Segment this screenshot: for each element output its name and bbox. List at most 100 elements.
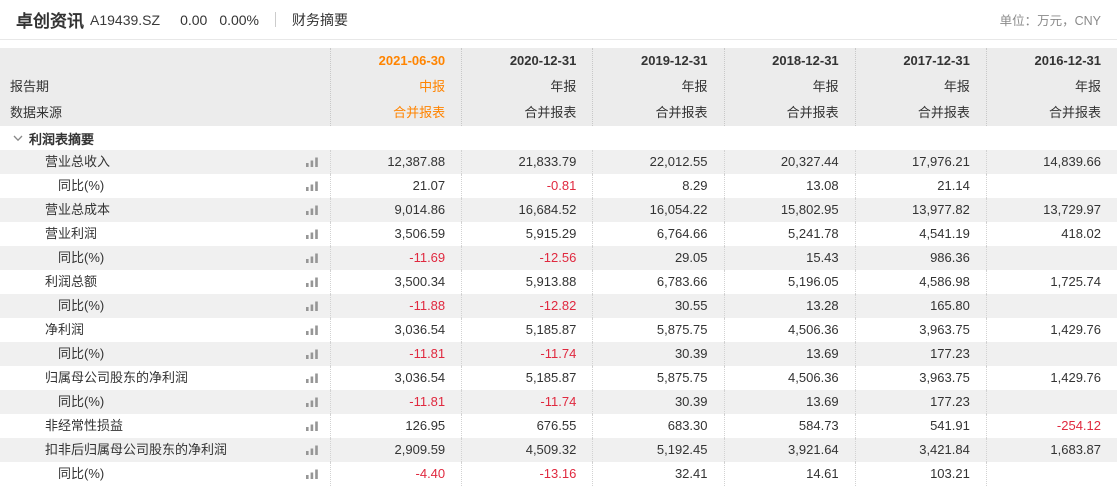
unit-label: 单位：万元，CNY: [999, 14, 1101, 28]
cell-value: 13.28: [723, 294, 855, 318]
company-name: 卓创资讯: [16, 12, 84, 31]
cell-value: 1,725.74: [985, 270, 1117, 294]
column-date: 2019-12-31: [641, 53, 708, 68]
cell-value: -11.81: [330, 390, 461, 414]
cell-value: 21,833.79: [461, 150, 592, 174]
cell-value: 5,192.45: [592, 438, 723, 462]
cell-value: 30.55: [592, 294, 723, 318]
cell-value: 4,506.36: [723, 366, 855, 390]
cell-value: 418.02: [985, 222, 1117, 246]
cell-value: [985, 390, 1117, 414]
bar-chart-icon[interactable]: [305, 444, 319, 456]
period-column-header: 2017-12-31 年报 合并报表: [854, 48, 986, 126]
bar-chart-icon[interactable]: [305, 204, 319, 216]
cell-value: 165.80: [854, 294, 986, 318]
bar-chart-icon[interactable]: [305, 420, 319, 432]
table-row: 扣非后归属母公司股东的净利润 2,909.59 4,509.32 5,192.45 3…: [0, 438, 1117, 462]
bar-chart-icon[interactable]: [305, 156, 319, 168]
cell-value: 5,875.75: [592, 318, 723, 342]
cell-value: 30.39: [592, 342, 723, 366]
cell-value: 103.21: [854, 462, 986, 486]
cell-value: 541.91: [854, 414, 986, 438]
cell-value: 2,909.59: [330, 438, 461, 462]
bar-chart-icon[interactable]: [305, 180, 319, 192]
column-date: 2020-12-31: [509, 53, 577, 68]
cell-value: [985, 462, 1117, 486]
cell-value: 126.95: [330, 414, 461, 438]
cell-value: 13,729.97: [985, 198, 1117, 222]
cell-value: 3,963.75: [854, 318, 986, 342]
cell-value: 15.43: [723, 246, 855, 270]
bar-chart-icon[interactable]: [305, 252, 319, 264]
financial-summary-table: 报告期 数据来源 2021-06-30 中报 合并报表 2020-12-31 年…: [0, 48, 1117, 486]
column-period-type: 年报: [943, 79, 970, 94]
cell-value: [985, 246, 1117, 270]
cell-value: 177.23: [854, 342, 986, 366]
cell-value: 13,977.82: [854, 198, 986, 222]
table-row: 同比(%) -11.81 -11.74 30.39 13.69 177.23: [0, 390, 1117, 414]
cell-value: 4,509.32: [461, 438, 592, 462]
table-header: 报告期 数据来源 2021-06-30 中报 合并报表 2020-12-31 年…: [0, 48, 1117, 126]
cell-value: -11.74: [461, 342, 592, 366]
row-label-cell: 同比(%): [0, 390, 330, 414]
cell-value: 584.73: [723, 414, 855, 438]
section-income-statement-summary[interactable]: 利润表摘要: [0, 126, 1117, 150]
cell-value: 21.07: [330, 174, 461, 198]
row-label-cell: 同比(%): [0, 246, 330, 270]
cell-value: 177.23: [854, 390, 986, 414]
cell-value: 22,012.55: [592, 150, 723, 174]
bar-chart-icon[interactable]: [305, 468, 319, 480]
row-label-cell: 同比(%): [0, 342, 330, 366]
cell-value: 14.61: [723, 462, 855, 486]
stock-change-percent: 0.00%: [219, 11, 260, 28]
cell-value: -4.40: [330, 462, 461, 486]
column-period-type: 年报: [681, 79, 708, 94]
period-column-header: 2019-12-31 年报 合并报表: [592, 48, 723, 126]
column-data-source: 合并报表: [655, 105, 708, 120]
row-label-cell: 归属母公司股东的净利润: [0, 366, 330, 390]
tab-financial-summary[interactable]: 财务摘要: [292, 10, 348, 30]
table-row: 利润总额 3,500.34 5,913.88 6,783.66 5,196.05 4,5…: [0, 270, 1117, 294]
cell-value: 16,054.22: [592, 198, 723, 222]
row-label: 营业利润: [45, 226, 98, 241]
cell-value: 20,327.44: [723, 150, 855, 174]
table-row: 同比(%) 21.07 -0.81 8.29 13.08 21.14: [0, 174, 1117, 198]
bar-chart-icon[interactable]: [305, 348, 319, 360]
bar-chart-icon[interactable]: [305, 276, 319, 288]
cell-value: -11.81: [330, 342, 461, 366]
column-date: 2021-06-30: [378, 53, 446, 68]
row-label: 同比(%): [58, 178, 105, 193]
column-data-source: 合并报表: [524, 105, 577, 120]
column-period-type: 中报: [419, 79, 446, 94]
cell-value: 5,875.75: [592, 366, 723, 390]
cell-value: -11.88: [330, 294, 461, 318]
bar-chart-icon[interactable]: [305, 300, 319, 312]
cell-value: 16,684.52: [461, 198, 592, 222]
cell-value: 4,586.98: [854, 270, 986, 294]
bar-chart-icon[interactable]: [305, 324, 319, 336]
cell-value: 5,185.87: [461, 366, 592, 390]
cell-value: 32.41: [592, 462, 723, 486]
cell-value: 3,506.59: [330, 222, 461, 246]
bar-chart-icon[interactable]: [305, 396, 319, 408]
cell-value: -254.12: [985, 414, 1117, 438]
row-label: 同比(%): [58, 466, 105, 481]
row-label: 同比(%): [58, 298, 105, 313]
cell-value: 5,185.87: [461, 318, 592, 342]
row-label-cell: 同比(%): [0, 462, 330, 486]
cell-value: 5,913.88: [461, 270, 592, 294]
row-label-cell: 营业总收入: [0, 150, 330, 174]
cell-value: -12.56: [461, 246, 592, 270]
cell-value: 3,921.64: [723, 438, 855, 462]
chevron-down-icon[interactable]: [12, 132, 24, 144]
bar-chart-icon[interactable]: [305, 228, 319, 240]
period-column-header: 2018-12-31 年报 合并报表: [723, 48, 855, 126]
row-label-cell: 非经常性损益: [0, 414, 330, 438]
cell-value: -0.81: [461, 174, 592, 198]
cell-value: [985, 342, 1117, 366]
table-row: 归属母公司股东的净利润 3,036.54 5,185.87 5,875.75 4,50…: [0, 366, 1117, 390]
bar-chart-icon[interactable]: [305, 372, 319, 384]
cell-value: 14,839.66: [985, 150, 1117, 174]
row-label-cell: 营业总成本: [0, 198, 330, 222]
row-label: 净利润: [45, 322, 85, 337]
